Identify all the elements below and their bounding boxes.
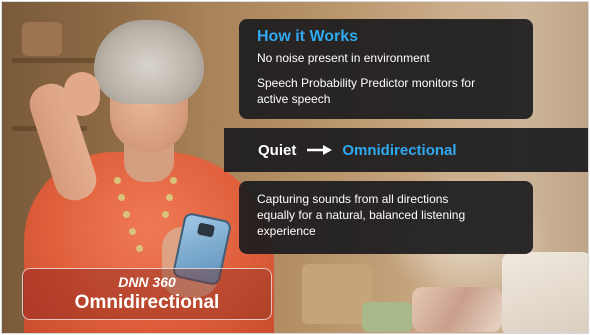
necklace-bead [166,194,173,201]
badge-title: Omnidirectional [74,292,220,313]
woman-hand [64,72,100,116]
dnn-360-badge: DNN 360 Omnidirectional [22,268,272,320]
background-pot [22,22,62,56]
description-line2: equally for a natural, balanced listenin… [257,208,466,222]
omnidirectional-label: Omnidirectional [342,141,457,159]
background-bowl [362,302,412,332]
quiet-label: Quiet [258,141,297,159]
no-noise-text: No noise present in environment [257,51,430,65]
necklace-bead [170,177,177,184]
how-it-works-title: How it Works [257,28,359,45]
description-line1: Capturing sounds from all directions [257,192,449,206]
background-cloth [502,252,588,333]
slide: How it Works No noise present in environ… [1,1,589,334]
speech-predictor-text-line2: active speech [257,92,331,106]
speech-predictor-text-line1: Speech Probability Predictor monitors fo… [257,76,476,90]
necklace-bead [123,211,130,218]
description-line3: experience [257,224,316,238]
background-fabric [412,287,502,332]
necklace-bead [162,211,169,218]
necklace-bead [118,194,125,201]
background-shelf [12,58,102,63]
right-arrow-icon [307,144,333,156]
woman-hair [94,20,204,104]
mode-banner: Quiet Omnidirectional [224,128,588,172]
how-it-works-panel: How it Works No noise present in environ… [239,19,533,119]
necklace-bead [136,245,143,252]
description-panel: Capturing sounds from all directions equ… [239,181,533,254]
necklace-bead [129,228,136,235]
necklace-bead [114,177,121,184]
badge-subtitle: DNN 360 [118,274,176,290]
